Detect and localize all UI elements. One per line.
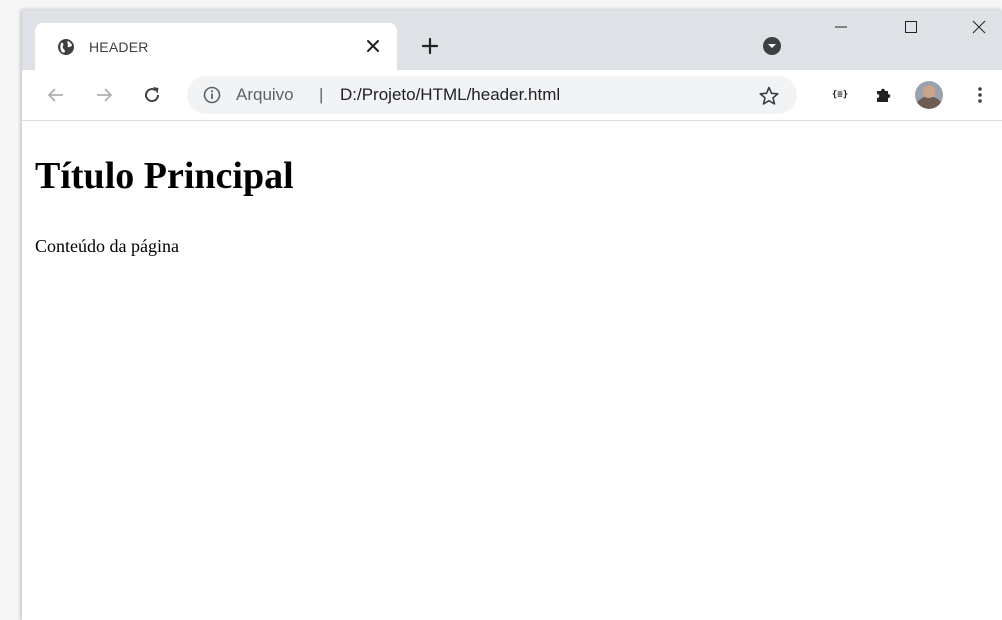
globe-icon: [57, 38, 75, 56]
info-icon[interactable]: [203, 86, 221, 104]
maximize-icon: [905, 21, 917, 33]
extensions-button[interactable]: [872, 83, 896, 107]
tab-title: HEADER: [89, 39, 149, 55]
more-vertical-icon: [978, 87, 982, 103]
puzzle-icon: [877, 88, 891, 102]
minimize-button[interactable]: [818, 10, 864, 44]
bookmark-star-button[interactable]: [758, 85, 780, 107]
tab-search-button[interactable]: [762, 36, 782, 56]
forward-button[interactable]: [92, 83, 116, 107]
browser-toolbar: Arquivo | D:/Projeto/HTML/header.html {≡…: [22, 70, 1002, 121]
address-scheme-label: Arquivo: [236, 85, 294, 104]
tab-close-button[interactable]: [361, 34, 385, 58]
minimize-icon: [835, 26, 847, 28]
profile-avatar[interactable]: [915, 81, 943, 109]
window-close-button[interactable]: [956, 10, 1002, 44]
plus-icon: [421, 37, 439, 55]
page-content: Título Principal Conteúdo da página: [22, 121, 1002, 620]
address-bar[interactable]: Arquivo | D:/Projeto/HTML/header.html: [187, 76, 797, 114]
menu-button[interactable]: [968, 83, 992, 107]
address-separator: |: [319, 85, 324, 104]
json-extension-button[interactable]: {≡}: [828, 83, 852, 107]
chevron-down-circle-icon: [763, 37, 781, 55]
star-icon: [759, 86, 779, 105]
page-paragraph: Conteúdo da página: [35, 236, 179, 256]
forward-arrow-icon: [97, 88, 113, 102]
maximize-button[interactable]: [888, 10, 934, 44]
back-button[interactable]: [44, 83, 68, 107]
close-icon: [972, 20, 986, 34]
close-tab-icon: [367, 40, 379, 52]
page-heading: Título Principal: [35, 155, 294, 197]
tab-strip: HEADER: [22, 10, 1002, 70]
reload-icon: [145, 87, 160, 103]
json-extension-label: {≡}: [831, 90, 849, 100]
address-url[interactable]: D:/Projeto/HTML/header.html: [340, 85, 560, 105]
new-tab-button[interactable]: [418, 34, 442, 58]
tab-header[interactable]: HEADER: [35, 23, 397, 70]
browser-window: HEADER Arquivo | D:/Projeto/HTML/header.…: [22, 10, 1002, 620]
back-arrow-icon: [47, 88, 63, 102]
reload-button[interactable]: [140, 83, 164, 107]
